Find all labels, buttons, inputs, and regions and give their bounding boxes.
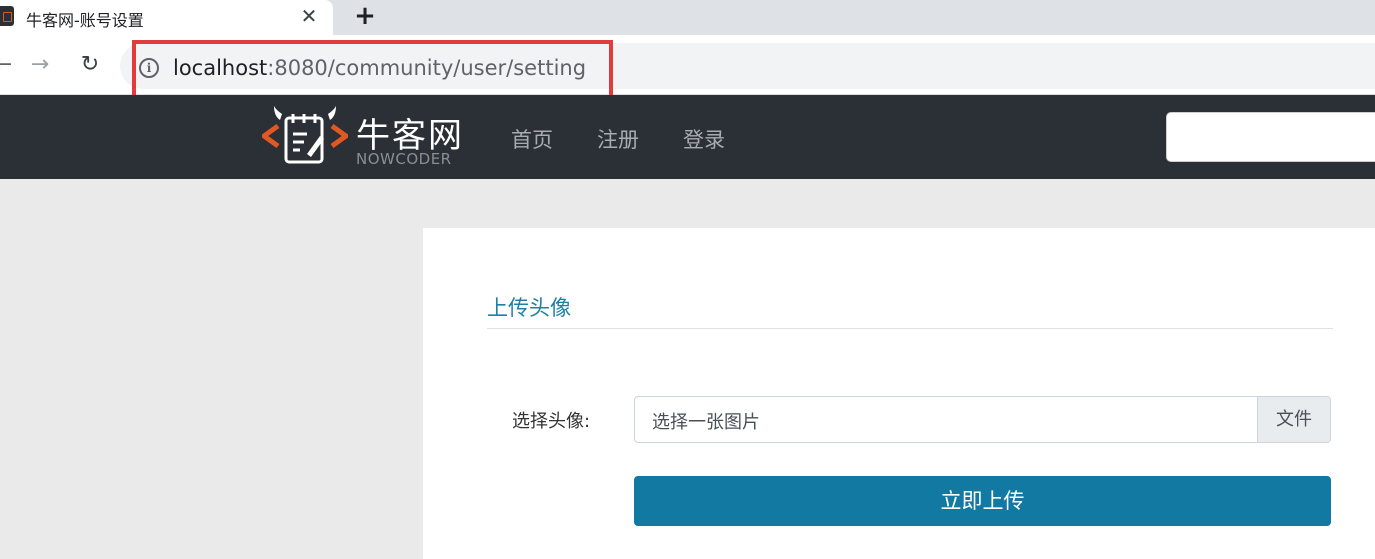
upload-now-button[interactable]: 立即上传 [634, 476, 1331, 526]
site-favicon-icon [0, 6, 14, 26]
nowcoder-logo-icon[interactable] [262, 106, 348, 166]
section-divider [487, 328, 1333, 329]
reload-icon[interactable]: ↻ [77, 52, 103, 78]
nav-register-link[interactable]: 注册 [597, 124, 639, 154]
upload-avatar-title: 上传头像 [487, 296, 571, 320]
nav-home-link[interactable]: 首页 [511, 124, 553, 154]
tab-close-icon[interactable]: ✕ [298, 5, 320, 27]
forward-arrow-icon[interactable]: → [27, 52, 53, 78]
choose-avatar-label: 选择头像: [512, 411, 591, 432]
new-tab-icon[interactable]: + [352, 3, 378, 29]
url-path: :8080/community/user/setting [267, 56, 587, 80]
file-input-placeholder: 选择一张图片 [652, 412, 760, 433]
url-text[interactable]: localhost:8080/community/user/setting [173, 56, 586, 80]
avatar-file-input[interactable]: 选择一张图片 文件 [634, 396, 1331, 443]
site-info-icon[interactable]: i [139, 58, 159, 78]
file-browse-button[interactable]: 文件 [1257, 397, 1330, 442]
header-search-input[interactable] [1166, 112, 1375, 162]
logo-english-text: NOWCODER [356, 150, 452, 168]
back-arrow-icon[interactable]: ← [0, 52, 16, 78]
nav-login-link[interactable]: 登录 [683, 124, 725, 154]
browser-tab-active[interactable]: 牛客网-账号设置 ✕ [0, 0, 333, 35]
url-host: localhost [173, 56, 268, 80]
tab-title: 牛客网-账号设置 [26, 11, 144, 30]
